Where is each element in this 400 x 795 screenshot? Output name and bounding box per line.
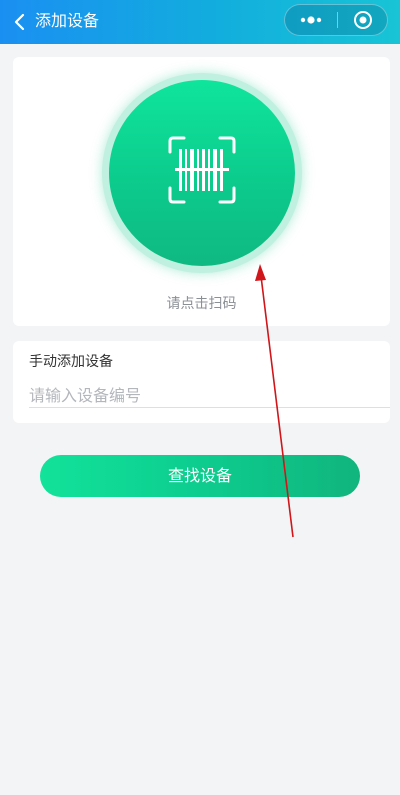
manual-add-card: 手动添加设备 (13, 341, 390, 423)
barcode-scan-icon (168, 136, 236, 204)
manual-add-label: 手动添加设备 (29, 354, 113, 370)
navigation-bar: 添加设备 (0, 0, 400, 44)
target-circle-icon (354, 11, 372, 29)
more-button[interactable] (285, 5, 337, 35)
device-number-input[interactable] (29, 383, 390, 408)
scan-card: 请点击扫码 (13, 57, 390, 326)
page-title: 添加设备 (35, 11, 100, 30)
chevron-left-icon (14, 13, 25, 31)
mini-program-capsule (284, 4, 388, 36)
find-device-button[interactable]: 查找设备 (40, 455, 360, 497)
back-button[interactable] (6, 8, 34, 36)
scan-hint-text[interactable]: 请点击扫码 (13, 293, 390, 313)
scan-button[interactable] (109, 80, 295, 266)
more-dots-icon (300, 16, 322, 24)
close-mini-program-button[interactable] (338, 5, 388, 35)
